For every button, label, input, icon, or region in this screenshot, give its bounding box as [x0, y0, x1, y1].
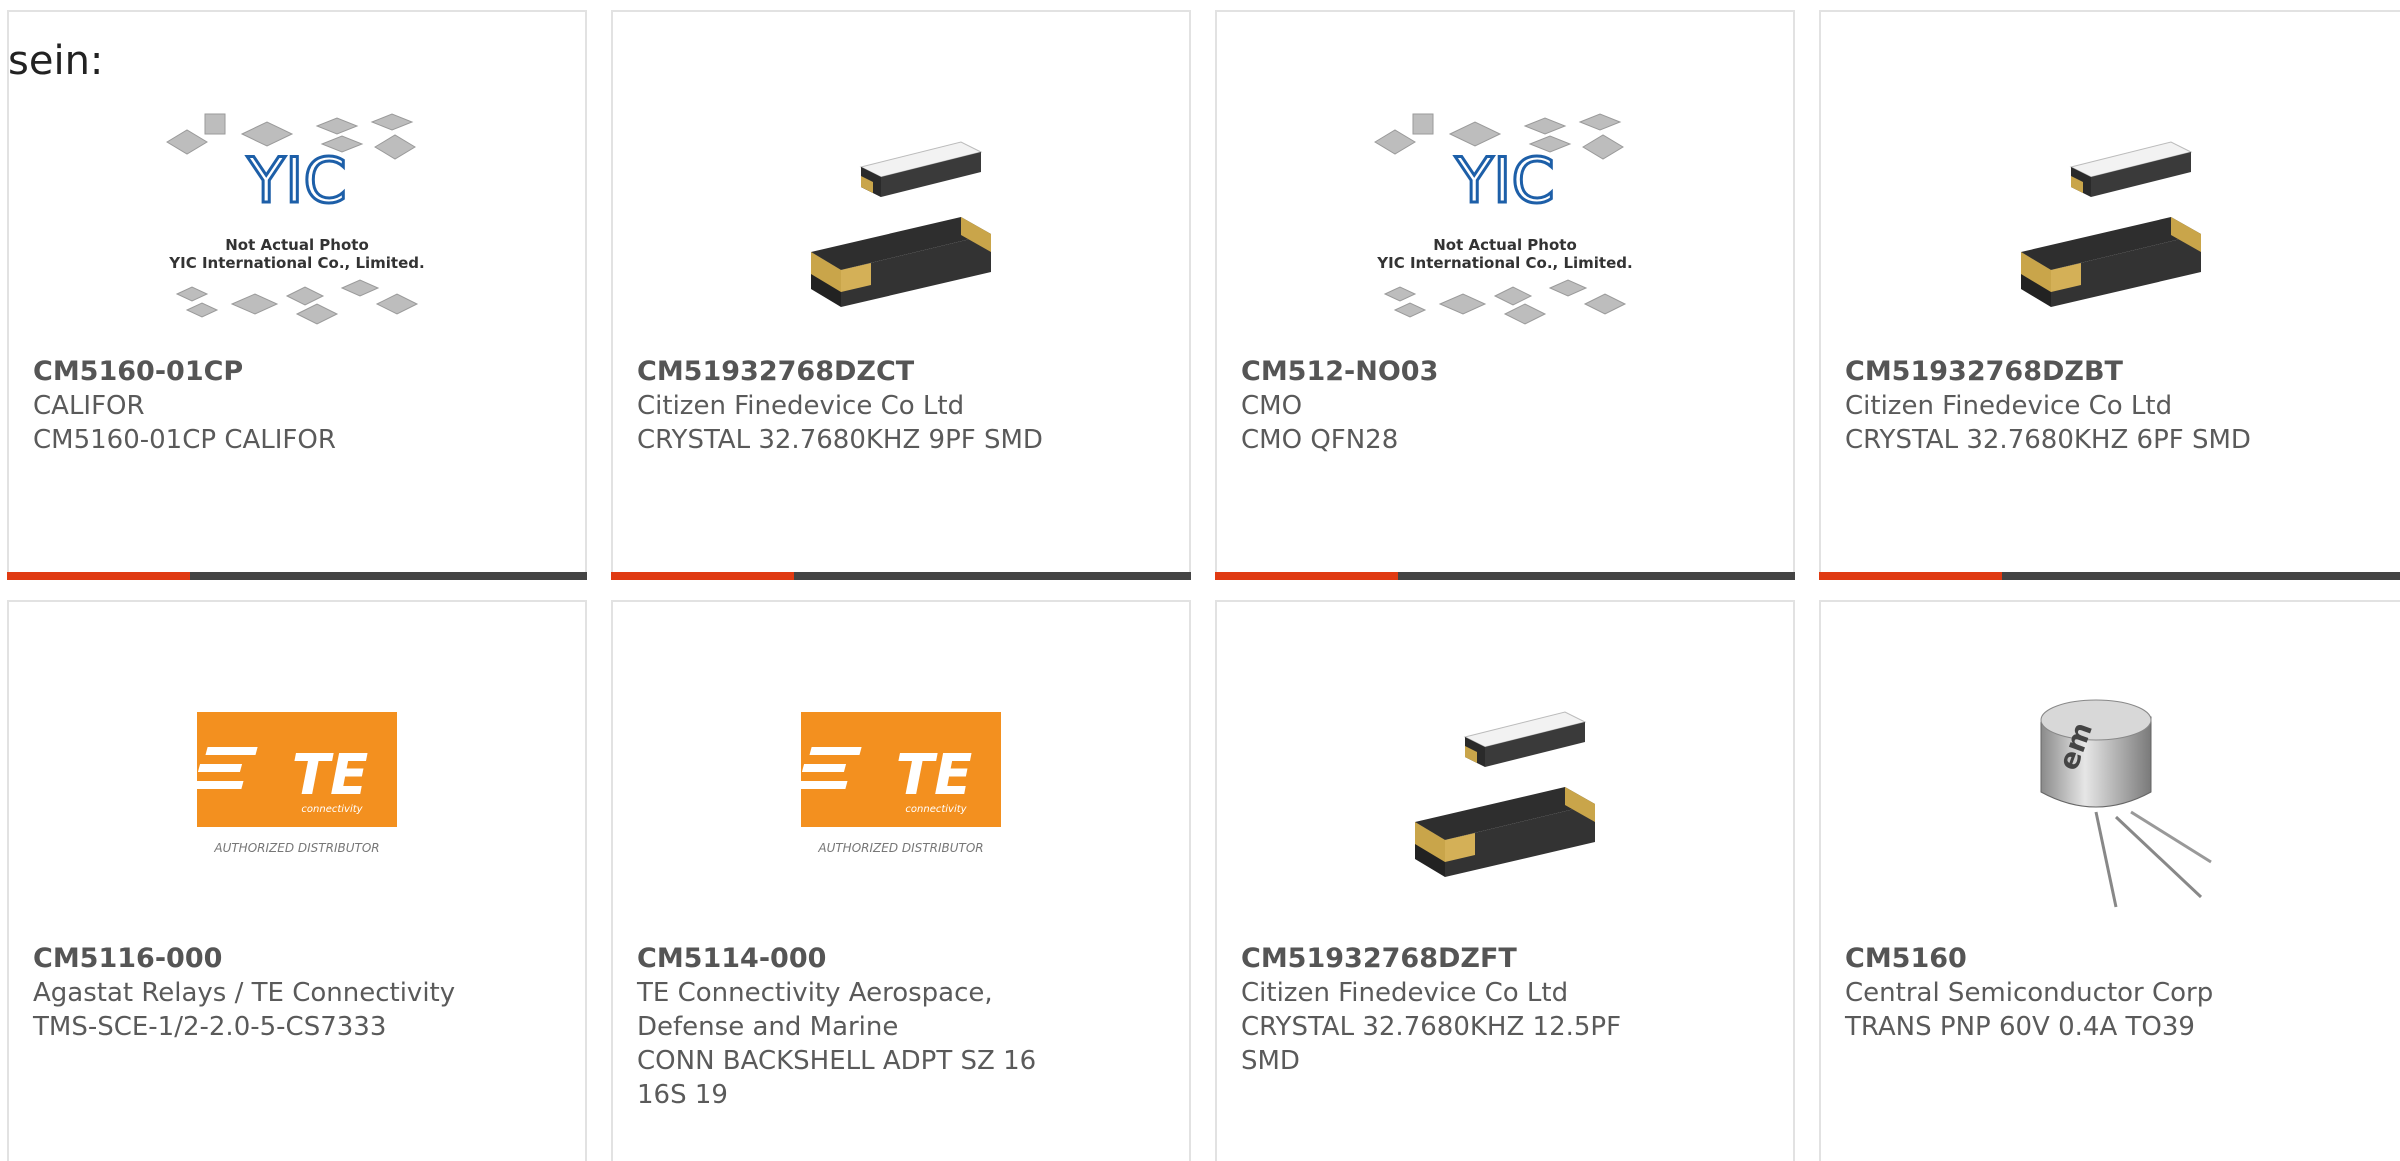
product-card[interactable]: CM51932768DZBT Citizen Finedevice Co Ltd… [1819, 10, 2400, 580]
card-accent-bar [611, 572, 794, 580]
product-card[interactable]: CM51932768DZFT Citizen Finedevice Co Ltd… [1215, 600, 1795, 1161]
card-accent-bar [7, 572, 190, 580]
product-info: CM512-NO03 CMO CMO QFN28 [1241, 355, 1769, 457]
description: CRYSTAL 32.7680KHZ 9PF SMD [637, 425, 1043, 455]
svg-text:connectivity: connectivity [905, 804, 967, 815]
manufacturer: Central Semiconductor Corp [1845, 978, 2214, 1008]
part-number[interactable]: CM5160-01CP [33, 355, 561, 389]
part-number[interactable]: CM51932768DZBT [1845, 355, 2376, 389]
crystal-smd-image [2020, 141, 2201, 307]
card-accent-bar [1215, 572, 1398, 580]
svg-text:TE: TE [292, 743, 368, 808]
part-number[interactable]: CM5114-000 [637, 942, 1049, 976]
product-image[interactable] [1821, 82, 2400, 362]
product-card[interactable]: CM51932768DZCT Citizen Finedevice Co Ltd… [611, 10, 1191, 580]
product-card[interactable]: TE connectivity AUTHORIZED DISTRIBUTOR C… [7, 600, 587, 1161]
part-number[interactable]: CM51932768DZFT [1241, 942, 1623, 976]
card-bottom-bar [1819, 572, 2400, 580]
part-number[interactable]: CM512-NO03 [1241, 355, 1769, 389]
product-image[interactable]: TE connectivity AUTHORIZED DISTRIBUTOR [613, 652, 1189, 932]
part-number[interactable]: CM5116-000 [33, 942, 561, 976]
chip-collage-image: YIC Not Actual Photo YIC International C… [1374, 113, 1633, 325]
product-image-placeholder[interactable]: YIC Not Actual Photo YIC International C… [9, 82, 585, 362]
crystal-smd-image [1415, 711, 1595, 877]
svg-text:AUTHORIZED DISTRIBUTOR: AUTHORIZED DISTRIBUTOR [213, 841, 379, 855]
svg-text:Not Actual Photo: Not Actual Photo [225, 236, 369, 254]
manufacturer: Agastat Relays / TE Connectivity [33, 978, 456, 1008]
description: CM5160-01CP CALIFOR [33, 425, 336, 455]
product-card[interactable]: YIC Not Actual Photo YIC International C… [7, 10, 587, 580]
product-info: CM5160 Central Semiconductor Corp TRANS … [1845, 942, 2376, 1044]
product-info: CM51932768DZFT Citizen Finedevice Co Ltd… [1241, 942, 1623, 1078]
to39-transistor-image: em [2040, 699, 2212, 908]
part-number[interactable]: CM51932768DZCT [637, 355, 1165, 389]
description: CONN BACKSHELL ADPT SZ 16 16S 19 [637, 1046, 1037, 1110]
product-image[interactable] [613, 82, 1189, 362]
product-image-placeholder[interactable]: YIC Not Actual Photo YIC International C… [1217, 82, 1793, 362]
product-image[interactable]: em [1821, 652, 2400, 932]
product-info: CM51932768DZBT Citizen Finedevice Co Ltd… [1845, 355, 2376, 457]
card-bottom-bar [7, 572, 587, 580]
product-card[interactable]: em CM5160 Central Semiconductor Corp TRA… [1819, 600, 2400, 1161]
svg-text:AUTHORIZED DISTRIBUTOR: AUTHORIZED DISTRIBUTOR [817, 841, 983, 855]
te-connectivity-logo: TE connectivity AUTHORIZED DISTRIBUTOR [192, 712, 397, 855]
product-image[interactable] [1217, 652, 1793, 932]
manufacturer: TE Connectivity Aerospace, Defense and M… [637, 978, 993, 1042]
manufacturer: CMO [1241, 391, 1303, 421]
manufacturer: Citizen Finedevice Co Ltd [637, 391, 965, 421]
product-info: CM51932768DZCT Citizen Finedevice Co Ltd… [637, 355, 1165, 457]
svg-text:connectivity: connectivity [301, 804, 363, 815]
product-card[interactable]: YIC Not Actual Photo YIC International C… [1215, 10, 1795, 580]
svg-text:YIC: YIC [1454, 144, 1554, 217]
manufacturer: Citizen Finedevice Co Ltd [1241, 978, 1569, 1008]
description: CMO QFN28 [1241, 425, 1399, 455]
manufacturer: Citizen Finedevice Co Ltd [1845, 391, 2173, 421]
description: TRANS PNP 60V 0.4A TO39 [1845, 1012, 2195, 1042]
card-bottom-bar [611, 572, 1191, 580]
product-info: CM5116-000 Agastat Relays / TE Connectiv… [33, 942, 561, 1044]
te-connectivity-logo: TE connectivity AUTHORIZED DISTRIBUTOR [796, 712, 1001, 855]
description: CRYSTAL 32.7680KHZ 12.5PF SMD [1241, 1012, 1622, 1076]
product-card[interactable]: TE connectivity AUTHORIZED DISTRIBUTOR C… [611, 600, 1191, 1161]
product-image[interactable]: TE connectivity AUTHORIZED DISTRIBUTOR [9, 652, 585, 932]
intro-text: sein: [8, 38, 104, 84]
description: TMS-SCE-1/2-2.0-5-CS7333 [33, 1012, 387, 1042]
chip-collage-image: YIC Not Actual Photo YIC International C… [166, 113, 425, 325]
svg-text:Not Actual Photo: Not Actual Photo [1433, 236, 1577, 254]
manufacturer: CALIFOR [33, 391, 145, 421]
svg-text:YIC: YIC [246, 144, 346, 217]
part-number[interactable]: CM5160 [1845, 942, 2376, 976]
svg-text:TE: TE [896, 743, 972, 808]
svg-text:YIC International Co., Limited: YIC International Co., Limited. [1376, 254, 1632, 272]
card-accent-bar [1819, 572, 2002, 580]
description: CRYSTAL 32.7680KHZ 6PF SMD [1845, 425, 2251, 455]
product-info: CM5114-000 TE Connectivity Aerospace, De… [637, 942, 1049, 1112]
svg-text:YIC International Co., Limited: YIC International Co., Limited. [168, 254, 424, 272]
product-info: CM5160-01CP CALIFOR CM5160-01CP CALIFOR [33, 355, 561, 457]
card-bottom-bar [1215, 572, 1795, 580]
crystal-smd-image [811, 141, 991, 307]
